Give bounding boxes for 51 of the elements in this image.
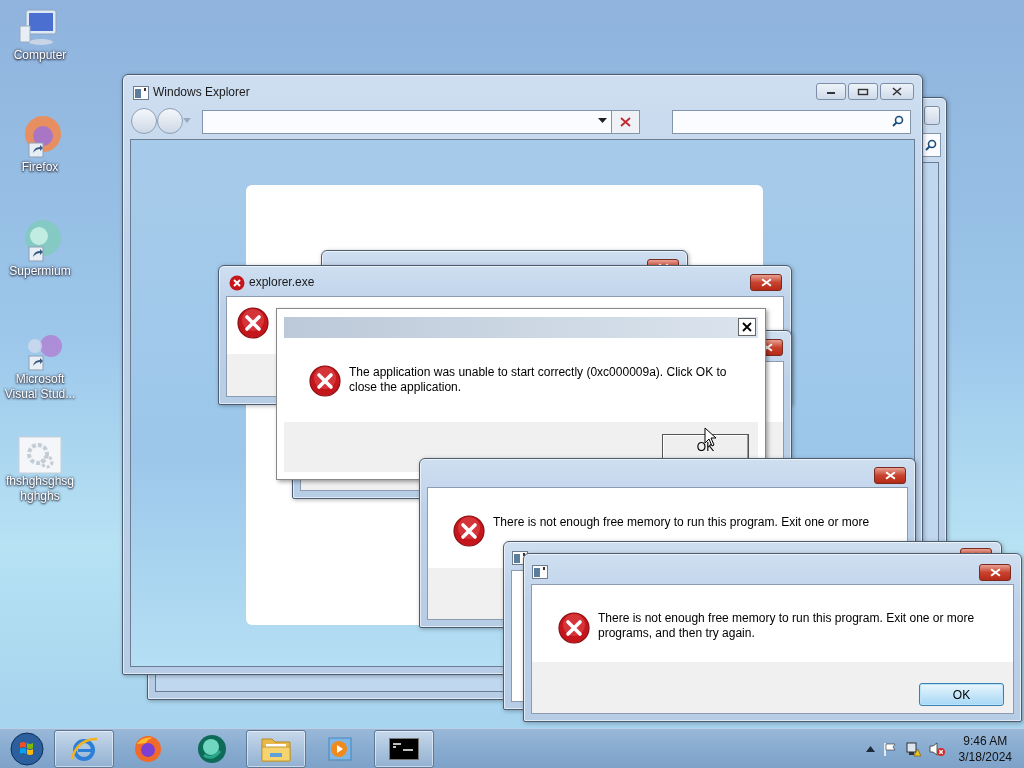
dropdown-icon[interactable] (598, 118, 607, 123)
window-icon (133, 86, 149, 100)
search-icon (892, 115, 904, 127)
flag-icon[interactable] (882, 741, 897, 756)
close-icon (989, 568, 1001, 577)
command-prompt-icon (389, 737, 419, 760)
icon-label: Computer (12, 48, 68, 63)
media-player-icon (326, 734, 354, 763)
close-button[interactable] (750, 274, 782, 291)
search-field[interactable] (921, 133, 941, 157)
network-warning-icon[interactable] (904, 740, 921, 757)
error-message: There is not enough free memory to run this program. Exit one or more programs, and then try again. (598, 611, 976, 641)
maximize-button[interactable] (848, 83, 878, 100)
close-button[interactable] (738, 318, 756, 336)
firefox-icon (133, 733, 163, 764)
speaker-muted-icon[interactable] (928, 740, 945, 757)
minimize-button[interactable] (816, 83, 846, 100)
close-button[interactable] (880, 83, 914, 100)
icon-label: Microsoft Visual Stud... (3, 372, 77, 402)
error-message: The application was unable to start correctly (0xc000009a). Click OK to close the application. (349, 365, 728, 395)
close-icon (760, 278, 772, 287)
ok-button[interactable]: OK (919, 683, 1004, 706)
close-button[interactable] (874, 467, 906, 484)
supermium-icon (196, 732, 228, 765)
icon-label: Firefox (20, 160, 60, 175)
close-button[interactable] (979, 564, 1011, 581)
error-icon (453, 515, 485, 547)
close-icon (884, 471, 896, 480)
forward-button[interactable] (157, 108, 183, 134)
icon-label: fhshghsghsghghghs (4, 474, 76, 504)
search-field[interactable] (672, 110, 911, 134)
stop-icon (620, 117, 631, 127)
window-icon (532, 565, 548, 579)
error-message: There is not enough free memory to run this program. Exit one or more (493, 515, 871, 530)
clock[interactable]: 9:46 AM 3/18/2024 (952, 732, 1012, 765)
error-icon (558, 612, 590, 644)
close-icon (742, 322, 752, 332)
close-icon (891, 87, 903, 96)
show-hidden-icons-icon[interactable] (865, 745, 875, 752)
error-icon (237, 307, 269, 339)
search-icon (925, 139, 937, 151)
error-icon (229, 275, 245, 291)
icon-label: Supermium (8, 264, 72, 279)
back-button[interactable] (131, 108, 157, 134)
window-title: Windows Explorer (153, 85, 250, 99)
dialog-title: explorer.exe (249, 275, 315, 289)
error-icon (309, 365, 341, 397)
stop-button[interactable] (611, 111, 639, 133)
taskbar-button[interactable] (374, 729, 434, 768)
maximize-icon (857, 87, 869, 96)
address-field[interactable] (202, 110, 640, 134)
